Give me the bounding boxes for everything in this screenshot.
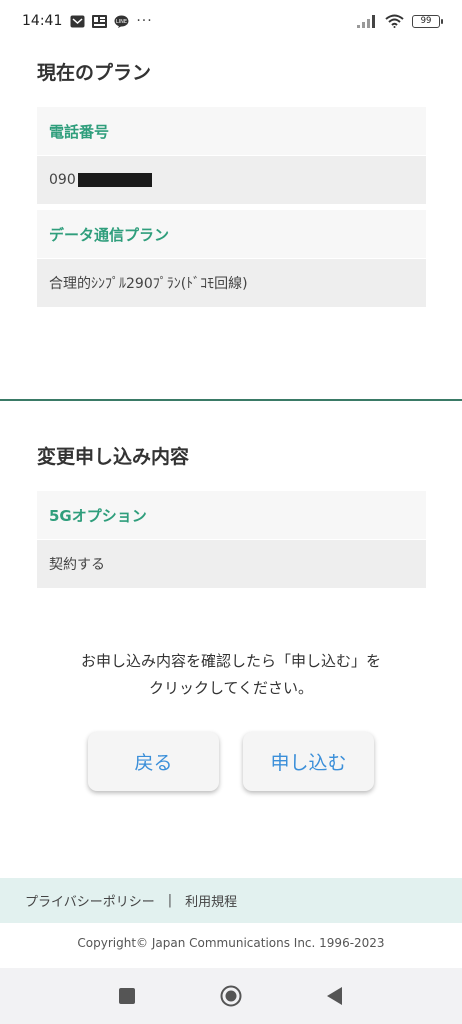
- current-plan-title: 現在のプラン: [37, 62, 152, 84]
- data-plan-label: データ通信プラン: [37, 210, 426, 258]
- status-bar: 14:41 LINE ··· 99: [0, 0, 462, 42]
- copyright-text: Copyright© Japan Communications Inc. 199…: [77, 936, 385, 950]
- news-app-icon: [92, 14, 108, 28]
- back-triangle-icon: [327, 987, 342, 1005]
- status-time: 14:41: [22, 13, 63, 29]
- mail-app-icon: [70, 15, 85, 27]
- redacted-phone-digits: [77, 173, 152, 187]
- status-right: 99: [357, 14, 443, 28]
- back-nav-button[interactable]: [324, 985, 346, 1007]
- more-notifications-icon: ···: [136, 13, 153, 29]
- 5g-option-value: 契約する: [37, 540, 426, 588]
- signal-icon: [357, 14, 375, 28]
- android-nav-bar: [0, 968, 462, 1024]
- footer-separator: |: [167, 893, 173, 908]
- home-circle-icon: [220, 985, 242, 1007]
- svg-text:LINE: LINE: [116, 19, 127, 25]
- footer-links: プライバシーポリシー | 利用規程: [0, 878, 462, 923]
- terms-link[interactable]: 利用規程: [185, 891, 237, 910]
- phone-number-prefix: 090: [49, 172, 76, 188]
- line-app-icon: LINE: [114, 15, 129, 28]
- back-button[interactable]: 戻る: [88, 732, 219, 791]
- confirm-line-1: お申し込み内容を確認したら「申し込む」を: [80, 652, 381, 670]
- wifi-icon: [385, 14, 404, 28]
- privacy-policy-link[interactable]: プライバシーポリシー: [25, 891, 155, 910]
- battery-icon: 99: [412, 14, 443, 28]
- home-button[interactable]: [220, 985, 242, 1007]
- apply-button[interactable]: 申し込む: [243, 732, 374, 791]
- data-plan-value: 合理的ｼﾝﾌﾟﾙ290ﾌﾟﾗﾝ(ﾄﾞｺﾓ回線): [37, 259, 426, 307]
- square-icon: [119, 988, 135, 1004]
- confirm-line-2: クリックしてください。: [148, 679, 314, 697]
- section-divider: [0, 399, 462, 401]
- phone-number-value: 090: [37, 156, 426, 204]
- change-request-title: 変更申し込み内容: [37, 446, 190, 468]
- phone-number-label: 電話番号: [37, 107, 426, 155]
- recent-apps-button[interactable]: [116, 985, 138, 1007]
- 5g-option-label: 5Gオプション: [37, 491, 426, 539]
- confirm-instructions: お申し込み内容を確認したら「申し込む」を クリックしてください。: [0, 648, 462, 702]
